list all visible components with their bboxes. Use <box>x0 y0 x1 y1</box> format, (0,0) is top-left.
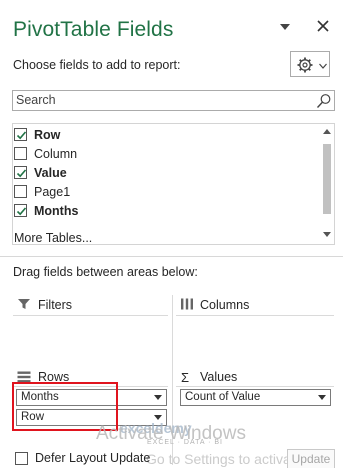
field-list-scrollbar[interactable] <box>320 124 335 244</box>
scroll-down-arrow-icon[interactable] <box>323 232 331 238</box>
scroll-up-arrow-icon[interactable] <box>323 128 331 134</box>
field-item-value[interactable]: Value <box>14 163 314 182</box>
dropdown-arrow-icon[interactable] <box>154 395 162 400</box>
field-label: Column <box>34 146 78 161</box>
checkbox-page1[interactable] <box>14 185 27 198</box>
chevron-down-icon <box>319 63 327 69</box>
checkbox-column[interactable] <box>14 147 27 160</box>
search-placeholder: Search <box>16 93 56 107</box>
defer-layout-update[interactable]: Defer Layout Update <box>15 451 150 465</box>
pill-label: Count of Value <box>185 391 261 403</box>
search-icon[interactable] <box>316 93 332 109</box>
more-tables-link[interactable]: More Tables... <box>14 231 92 245</box>
checkbox-value[interactable] <box>14 166 27 179</box>
gear-icon <box>297 57 313 73</box>
values-area-label: Values <box>200 370 238 384</box>
drag-fields-label: Drag fields between areas below: <box>13 265 198 279</box>
columns-area-label: Columns <box>200 298 250 312</box>
field-label: Page1 <box>34 184 71 199</box>
field-item-months[interactable]: Months <box>14 201 314 220</box>
filter-icon <box>18 299 30 309</box>
activate-windows-watermark: Activate Windows <box>96 423 246 444</box>
field-label: Row <box>34 127 61 142</box>
sigma-icon: Σ <box>181 370 190 385</box>
choose-fields-label: Choose fields to add to report: <box>13 58 181 72</box>
checkbox-months[interactable] <box>14 204 27 217</box>
checkbox-row[interactable] <box>14 128 27 141</box>
check-icon <box>16 207 27 216</box>
field-label: Value <box>34 165 67 180</box>
update-button[interactable]: Update <box>287 449 335 468</box>
check-icon <box>16 131 27 140</box>
page-title: PivotTable Fields <box>13 18 174 41</box>
divider <box>0 256 343 257</box>
field-list: Row Column Value Page1 Months More Table… <box>12 123 335 245</box>
dropdown-arrow-icon[interactable] <box>318 395 326 400</box>
field-label: Months <box>34 203 79 218</box>
field-item-row[interactable]: Row <box>14 125 314 144</box>
filters-area-label: Filters <box>38 298 73 312</box>
scrollbar-thumb[interactable] <box>323 144 331 214</box>
columns-drop-area[interactable] <box>176 315 334 357</box>
filters-drop-area[interactable] <box>13 315 168 357</box>
close-icon[interactable] <box>316 19 330 33</box>
check-icon <box>16 169 27 178</box>
tools-button[interactable] <box>290 51 330 77</box>
task-pane-options-icon[interactable] <box>279 22 291 32</box>
values-field-pill-count-of-value[interactable]: Count of Value <box>180 389 331 406</box>
columns-icon <box>181 298 193 310</box>
defer-layout-label: Defer Layout Update <box>35 451 151 465</box>
defer-layout-checkbox[interactable] <box>15 451 28 465</box>
field-item-column[interactable]: Column <box>14 144 314 163</box>
search-input[interactable]: Search <box>12 90 335 111</box>
field-item-page1[interactable]: Page1 <box>14 182 314 201</box>
